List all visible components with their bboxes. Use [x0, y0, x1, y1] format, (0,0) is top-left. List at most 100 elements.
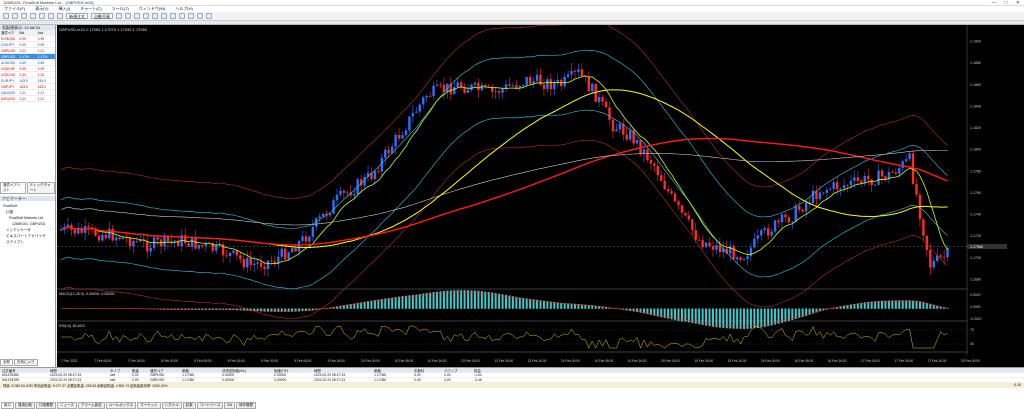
- market-watch-icon[interactable]: [21, 13, 27, 19]
- market-watch-row[interactable]: NZDUSD 1.21 1.21: [0, 96, 55, 102]
- candle-body: [549, 79, 553, 90]
- candle-body: [625, 134, 628, 140]
- time-tick: 13 Feb 16:00: [528, 359, 547, 363]
- time-tick: 20 Feb 00:00: [961, 359, 980, 363]
- nav-scripts[interactable]: スクリプト: [0, 239, 55, 245]
- terminal-tab[interactable]: マーケット: [137, 402, 161, 409]
- terminal-icon[interactable]: [48, 13, 54, 19]
- tab-symbols[interactable]: 通貨ペアリスト: [0, 182, 26, 194]
- candle-body: [697, 239, 701, 241]
- autotrade-button[interactable]: 自動売買: [91, 13, 113, 19]
- price-chart[interactable]: GBPUSD,m15 1.17060 1.17079 1.17039 1.170…: [57, 19, 1024, 367]
- candle-body: [787, 217, 791, 223]
- price-tick: 1.1680: [970, 278, 981, 282]
- time-tick: 13 Feb 08:00: [494, 359, 513, 363]
- candle-body: [732, 246, 735, 260]
- macd-bar: [398, 296, 401, 309]
- terminal-tab[interactable]: 記事: [182, 402, 196, 409]
- col-ask: Ask: [37, 30, 44, 35]
- terminal-tab[interactable]: コードベース: [196, 402, 224, 409]
- candle-body: [456, 82, 459, 88]
- candle-body: [128, 237, 132, 247]
- macd-bar: [446, 290, 449, 309]
- new-chart-icon[interactable]: [3, 13, 9, 19]
- order-profit: -3.46: [474, 378, 482, 382]
- terminal-tab[interactable]: アラーム設定: [77, 402, 105, 409]
- zoom-in-icon[interactable]: [143, 13, 149, 19]
- chart-canvas[interactable]: GBPUSD,m15 1.17060 1.17079 1.17039 1.170…: [57, 19, 1024, 367]
- candle-body: [511, 85, 515, 86]
- shift-icon[interactable]: [179, 13, 185, 19]
- candle-body: [235, 250, 239, 256]
- candle-body: [898, 168, 901, 174]
- candle-body: [270, 260, 273, 262]
- tab-favorites[interactable]: お気に入り: [14, 359, 38, 366]
- rsi-tick: 30: [970, 342, 974, 346]
- market-watch-symbol: EURJPY: [1, 78, 15, 83]
- time-tick: 13 Feb 00:00: [461, 359, 480, 363]
- market-watch-symbol: USDJPY: [1, 42, 15, 47]
- tile-icon[interactable]: [161, 13, 167, 19]
- candle-body: [846, 185, 849, 186]
- market-watch-ask: 1.21: [37, 96, 45, 101]
- candle-body: [259, 262, 263, 267]
- macd-bar: [411, 294, 414, 309]
- autoscroll-icon[interactable]: [170, 13, 176, 19]
- terminal-tab[interactable]: シグナル: [161, 402, 182, 409]
- macd-bar: [453, 290, 456, 309]
- periods-icon[interactable]: [197, 13, 203, 19]
- terminal-col: 数量: [132, 368, 139, 373]
- price-tick: 1.1880: [970, 61, 981, 65]
- terminal-col: 価格: [182, 368, 189, 373]
- candle-body: [401, 135, 404, 139]
- terminal-tab[interactable]: 運用比較: [15, 402, 35, 409]
- templates-icon[interactable]: [206, 13, 212, 19]
- candle-body: [304, 236, 308, 242]
- candle-body: [856, 177, 860, 181]
- candle-body: [904, 159, 908, 162]
- market-watch-ask: 143.0: [37, 78, 47, 83]
- zoom-out-icon[interactable]: [152, 13, 158, 19]
- time-tick: 17 Feb 00:00: [861, 359, 880, 363]
- candle-body: [73, 229, 76, 234]
- candle-body: [246, 257, 249, 268]
- candle-body: [252, 263, 256, 265]
- terminal-tab[interactable]: メールボックス: [105, 402, 137, 409]
- macd-bar: [480, 291, 483, 309]
- line-chart-icon[interactable]: [134, 13, 140, 19]
- candle-body: [508, 84, 511, 86]
- price-tick: 1.1760: [970, 191, 981, 195]
- navigator-icon[interactable]: [39, 13, 45, 19]
- order-time: 2023.02.20 08:27:33: [314, 378, 346, 382]
- candle-body: [373, 171, 377, 180]
- macd-bar: [736, 308, 739, 329]
- data-window-icon[interactable]: [30, 13, 36, 19]
- candle-body: [860, 180, 863, 184]
- bar-chart-icon[interactable]: [116, 13, 122, 19]
- candle-body: [104, 234, 108, 239]
- tab-tick-chart[interactable]: ティックチャート: [26, 182, 55, 194]
- market-watch-symbol: EURUSD: [1, 36, 16, 41]
- candle-body: [256, 262, 259, 264]
- candle-body: [453, 87, 456, 95]
- candle-chart-icon[interactable]: [125, 13, 131, 19]
- new-order-button[interactable]: 新規注文: [66, 13, 88, 19]
- candle-body: [339, 190, 342, 195]
- symbol-label: GBPUSD,m15 1.17060 1.17079 1.17039 1.170…: [59, 27, 148, 32]
- terminal-tab[interactable]: 取引: [1, 402, 14, 409]
- time-tick: 15 Feb 00:00: [661, 359, 680, 363]
- indicators-icon[interactable]: [188, 13, 194, 19]
- terminal-tab[interactable]: 口座履歴: [36, 402, 56, 409]
- toolbar: 新規注文 自動売買: [0, 12, 1024, 21]
- candle-body: [570, 70, 573, 75]
- profiles-icon[interactable]: [12, 13, 18, 19]
- candle-body: [332, 200, 335, 214]
- order-lots: 2.00: [132, 378, 139, 382]
- tester-icon[interactable]: [57, 13, 63, 19]
- terminal-tab[interactable]: ニュース: [57, 402, 77, 409]
- terminal-tab[interactable]: EA: [224, 402, 236, 409]
- time-tick: 16 Feb 08:00: [794, 359, 813, 363]
- terminal-tab[interactable]: 操作履歴: [236, 402, 257, 409]
- tab-general[interactable]: 全般: [0, 359, 13, 366]
- candle-body: [939, 255, 942, 257]
